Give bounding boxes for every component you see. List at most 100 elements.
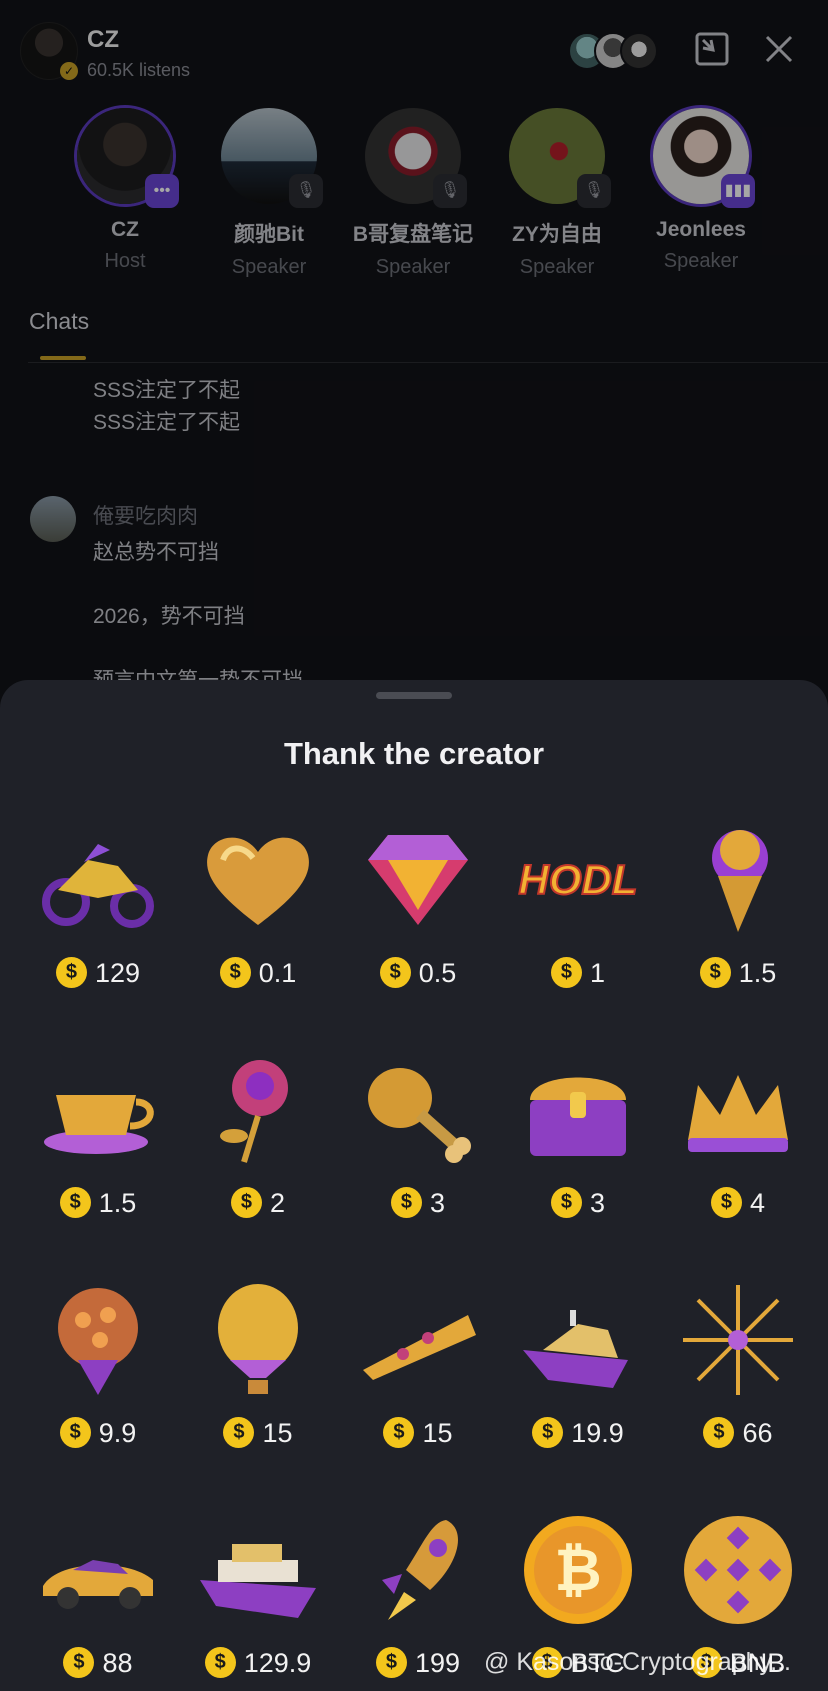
gift-item[interactable]: $129.9 (178, 1510, 338, 1691)
gift-price-value: 0.5 (418, 958, 457, 988)
gift-price-value: 0.1 (258, 958, 297, 988)
rose-icon (198, 1050, 318, 1170)
gift-item[interactable]: $199 (338, 1510, 498, 1691)
gift-item[interactable]: $88 (18, 1510, 178, 1691)
gift-item[interactable]: $1.5 (658, 820, 818, 1020)
coin-icon: $ (710, 1187, 742, 1219)
gift-price-value: 3 (429, 1188, 446, 1218)
gift-price: $4 (658, 1187, 818, 1220)
minimize-button[interactable] (693, 30, 731, 68)
gift-item[interactable]: $0.1 (178, 820, 338, 1020)
more-icon: ••• (145, 174, 179, 208)
gift-price-value: 1.5 (738, 958, 777, 988)
gift-price-value: 4 (749, 1188, 766, 1218)
coin-icon: $ (532, 1417, 564, 1449)
gift-item[interactable]: $9.9 (18, 1280, 178, 1480)
gift-price: $2 (178, 1187, 338, 1220)
coin-icon: $ (59, 1187, 91, 1219)
gift-price-value: 3 (589, 1188, 606, 1218)
gift-price-value: 9.9 (98, 1418, 137, 1448)
verified-badge-icon: ✓ (60, 62, 78, 80)
speaker-5[interactable]: ▮▮▮ Jeonlees Speaker (631, 108, 771, 273)
gift-price-value: 19.9 (571, 1418, 624, 1448)
chat-message-line: SSS注定了不起 (93, 379, 241, 402)
coin-icon: $ (204, 1647, 236, 1679)
speaking-icon: ▮▮▮ (721, 174, 755, 208)
speaker-name: 颜驰Bit (234, 223, 304, 246)
bnb-coin-icon (678, 1510, 798, 1630)
fireworks-icon (678, 1280, 798, 1400)
chat-username[interactable]: 俺要吃肉肉 (93, 500, 198, 530)
gift-price: $15 (178, 1417, 338, 1450)
teacup-icon (38, 1050, 158, 1170)
host-name: CZ (87, 26, 119, 53)
sheet-handle[interactable] (376, 692, 452, 699)
muted-mic-icon: 🎙 (577, 174, 611, 208)
btc-coin-icon: ₿ (518, 1510, 638, 1630)
gift-item[interactable]: $129 (18, 820, 178, 1020)
gift-price: $129.9 (178, 1647, 338, 1680)
gift-item[interactable]: $19.9 (498, 1280, 658, 1480)
gift-item[interactable]: $0.5 (338, 820, 498, 1020)
pizza-icon (358, 1280, 478, 1400)
chat-feed[interactable]: SSS注定了不起 SSS注定了不起 俺要吃肉肉 赵总势不可挡 2026，势不可挡… (0, 366, 828, 692)
coin-icon: $ (383, 1417, 415, 1449)
gift-price: $3 (498, 1187, 658, 1220)
chat-user-avatar[interactable] (30, 496, 76, 542)
gift-price-value: 15 (422, 1418, 453, 1448)
gift-item[interactable]: $1.5 (18, 1050, 178, 1250)
gift-item[interactable]: $15 (338, 1280, 498, 1480)
ice-cream-icon (678, 820, 798, 940)
muted-mic-icon: 🎙 (289, 174, 323, 208)
gift-item[interactable]: $4 (658, 1050, 818, 1250)
gift-price: $88 (18, 1647, 178, 1680)
speaker-cz[interactable]: ••• CZ Host (55, 108, 195, 273)
close-button[interactable] (762, 32, 796, 66)
gift-price-value: 15 (262, 1418, 293, 1448)
gift-price: $15 (338, 1417, 498, 1450)
avatar: 🎙 (509, 108, 611, 208)
cruise-ship-icon (198, 1510, 318, 1630)
tab-chats[interactable]: Chats (29, 308, 89, 335)
motorcycle-icon (38, 820, 158, 940)
treasure-chest-icon (518, 1050, 638, 1170)
hodl-icon: HODL (518, 820, 639, 940)
gift-price-value: 129 (94, 958, 141, 988)
gift-item[interactable]: $3 (338, 1050, 498, 1250)
gift-item[interactable]: $3 (498, 1050, 658, 1250)
divider (28, 362, 828, 363)
gift-item[interactable]: $66 (658, 1280, 818, 1480)
coin-icon: $ (379, 957, 411, 989)
coin-icon: $ (59, 1417, 91, 1449)
gift-item[interactable]: HODL $1 (498, 820, 658, 1020)
gift-item[interactable]: $2 (178, 1050, 338, 1250)
gift-price-value: 129.9 (243, 1648, 312, 1678)
gift-price: $0.1 (178, 957, 338, 990)
speaker-role: Host (104, 250, 146, 272)
svg-text:HODL: HODL (519, 856, 638, 903)
muted-mic-icon: 🎙 (433, 174, 467, 208)
tab-indicator (40, 356, 86, 360)
coin-icon: $ (230, 1187, 262, 1219)
speaker-4[interactable]: 🎙 ZY为自由 Speaker (487, 108, 627, 279)
listener-avatar (620, 32, 658, 70)
bouquet-icon (38, 1280, 158, 1400)
coin-icon: $ (703, 1417, 735, 1449)
speaker-3[interactable]: 🎙 B哥复盘笔记 Speaker (343, 108, 483, 279)
gift-price: $3 (338, 1187, 498, 1220)
speaker-role: Speaker (519, 256, 595, 278)
space-header: ✓ CZ 60.5K listens (0, 0, 828, 100)
chat-message-line: SSS注定了不起 (93, 411, 241, 434)
yacht-icon (518, 1280, 638, 1400)
speaker-2[interactable]: 🎙 颜驰Bit Speaker (199, 108, 339, 279)
speaker-role: Speaker (375, 256, 451, 278)
avatar: ••• (77, 108, 179, 208)
gift-price-value: 1.5 (98, 1188, 137, 1218)
listener-avatars[interactable] (568, 32, 658, 70)
gift-item[interactable]: $15 (178, 1280, 338, 1480)
gift-price: $66 (658, 1417, 818, 1450)
hot-air-balloon-icon (198, 1280, 318, 1400)
diamond-icon (358, 820, 478, 940)
coin-icon: $ (219, 957, 251, 989)
gift-price: $1.5 (658, 957, 818, 990)
